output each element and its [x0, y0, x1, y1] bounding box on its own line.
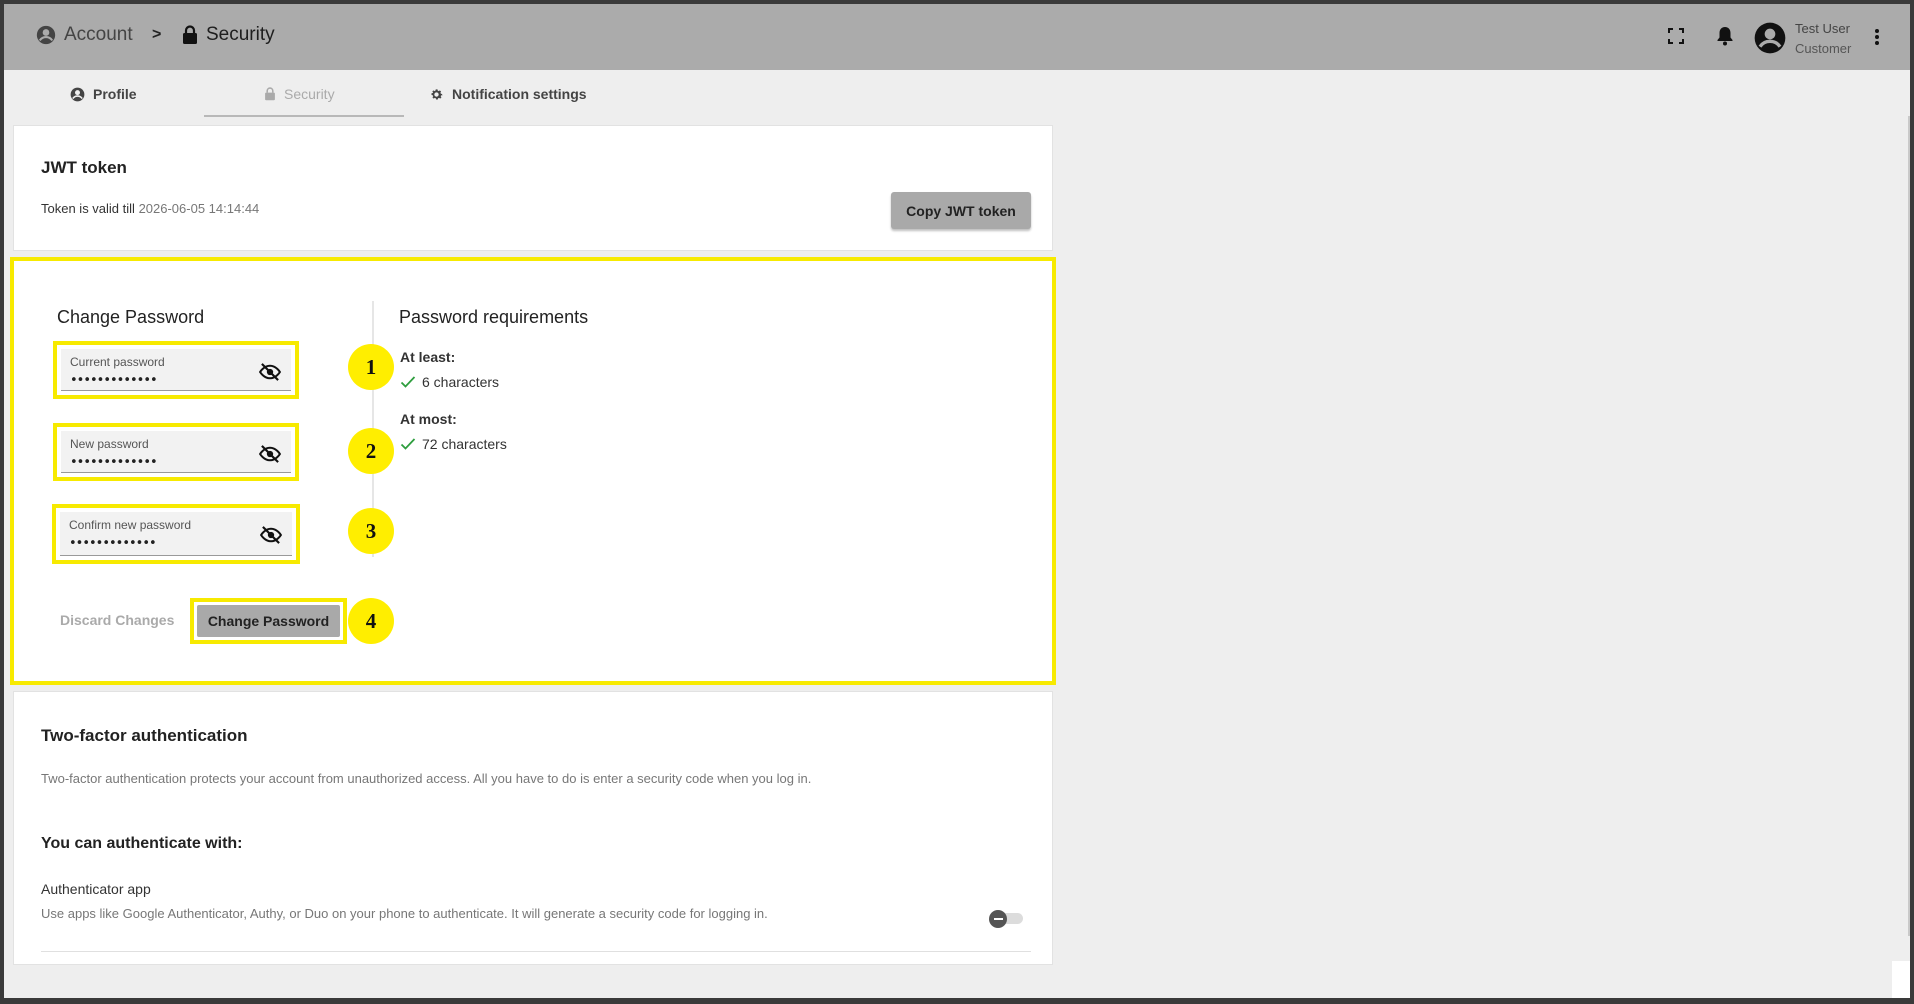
change-password-card: Change Password Current password 1 New p… — [10, 257, 1056, 685]
breadcrumb-security: Security — [182, 24, 275, 46]
new-password-field[interactable]: New password — [61, 431, 291, 473]
current-password-highlight: Current password — [53, 341, 299, 399]
lock-icon — [183, 25, 197, 44]
two-factor-title: Two-factor authentication — [41, 726, 248, 745]
two-factor-description: Two-factor authentication protects your … — [41, 771, 812, 786]
change-password-title: Change Password — [57, 307, 205, 327]
jwt-valid-date: 2026-06-05 14:14:44 — [138, 201, 260, 216]
top-bar: Account > Security Test User Customer — [4, 4, 1910, 70]
gear-icon — [431, 88, 443, 99]
breadcrumb-account-label: Account — [64, 24, 133, 45]
lock-icon — [265, 87, 275, 101]
step-marker-4: 4 — [348, 598, 394, 644]
breadcrumb-security-label: Security — [206, 24, 275, 45]
new-password-highlight: New password — [53, 423, 299, 481]
authenticator-app-toggle[interactable] — [989, 910, 1025, 928]
visibility-off-icon[interactable] — [259, 363, 281, 381]
fullscreen-icon[interactable] — [1668, 28, 1684, 44]
authenticator-app-description: Use apps like Google Authenticator, Auth… — [41, 906, 768, 921]
account-circle-icon — [36, 25, 56, 45]
requirements-at-most-text: 72 characters — [422, 436, 507, 452]
scrollbar[interactable] — [1908, 116, 1910, 936]
jwt-validity: Token is valid till 2026-06-05 14:14:44 — [41, 201, 259, 216]
two-factor-card: Two-factor authentication Two-factor aut… — [13, 691, 1053, 965]
requirements-at-most-item: 72 characters — [400, 436, 507, 452]
copy-jwt-button[interactable]: Copy JWT token — [891, 192, 1031, 229]
jwt-valid-label: Token is valid till — [41, 201, 135, 216]
confirm-password-input[interactable] — [69, 536, 279, 551]
account-circle-icon — [70, 87, 85, 101]
user-name[interactable]: Test User — [1795, 21, 1850, 36]
current-password-field[interactable]: Current password — [61, 349, 291, 391]
confirm-password-highlight: Confirm new password — [52, 504, 300, 564]
tab-security-label: Security — [284, 86, 335, 102]
window-corner — [1892, 961, 1910, 998]
discard-changes-button[interactable]: Discard Changes — [60, 612, 174, 628]
check-icon — [400, 376, 416, 388]
app-window: Account > Security Test User Customer Pr… — [4, 4, 1910, 998]
horizontal-divider — [41, 951, 1031, 952]
two-factor-subtitle: You can authenticate with: — [41, 835, 243, 852]
change-password-button[interactable]: Change Password — [197, 605, 340, 637]
avatar[interactable] — [1754, 22, 1786, 54]
requirements-at-most-label: At most: — [400, 411, 457, 427]
tab-profile[interactable]: Profile — [70, 86, 137, 102]
step-marker-1: 1 — [348, 344, 394, 390]
step-marker-3: 3 — [348, 508, 394, 554]
requirements-at-least-label: At least: — [400, 349, 456, 365]
requirements-at-least-text: 6 characters — [422, 374, 500, 390]
tab-notification-settings[interactable]: Notification settings — [429, 86, 587, 102]
password-requirements-title: Password requirements — [399, 307, 589, 327]
tab-profile-label: Profile — [93, 86, 137, 102]
requirements-at-least-item: 6 characters — [400, 374, 499, 390]
user-role: Customer — [1795, 41, 1852, 56]
breadcrumb-account[interactable]: Account — [36, 24, 133, 46]
new-password-input[interactable] — [70, 455, 280, 470]
breadcrumb-separator: > — [152, 26, 162, 43]
current-password-input[interactable] — [70, 373, 280, 388]
step-marker-2: 2 — [348, 428, 394, 474]
jwt-token-card: JWT token Token is valid till 2026-06-05… — [13, 125, 1053, 251]
current-password-label: Current password — [70, 355, 165, 369]
visibility-off-icon[interactable] — [260, 526, 282, 544]
jwt-title: JWT token — [41, 158, 127, 177]
active-tab-indicator — [204, 115, 404, 117]
check-icon — [400, 438, 416, 450]
change-password-button-highlight: Change Password — [190, 598, 347, 644]
tab-notification-settings-label: Notification settings — [452, 86, 587, 102]
toggle-knob[interactable] — [989, 910, 1007, 928]
visibility-off-icon[interactable] — [259, 445, 281, 463]
tab-security[interactable]: Security — [264, 86, 335, 102]
confirm-password-field[interactable]: Confirm new password — [60, 512, 292, 556]
authenticator-app-title: Authenticator app — [41, 881, 151, 897]
more-vert-icon[interactable] — [1874, 28, 1880, 46]
bell-icon[interactable] — [1716, 26, 1734, 46]
confirm-password-label: Confirm new password — [69, 518, 192, 532]
new-password-label: New password — [70, 437, 149, 451]
